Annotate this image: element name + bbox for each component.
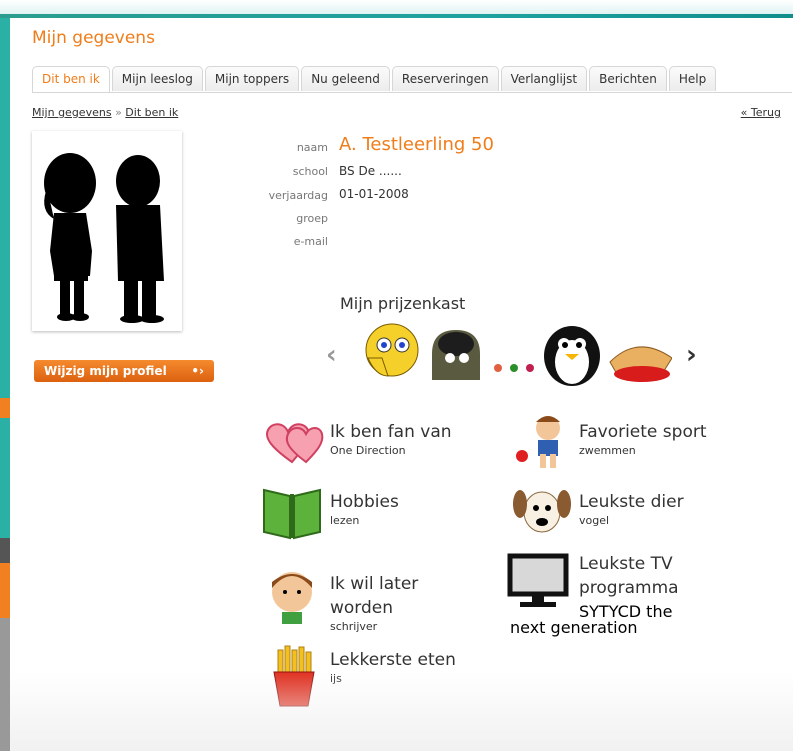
fav-animal-title: Leukste dier [579, 492, 684, 512]
tab-dit-ben-ik[interactable]: Dit ben ik [32, 66, 110, 92]
tab-reserveringen[interactable]: Reserveringen [391, 66, 499, 91]
group-label: groep [296, 212, 328, 225]
arrow-right-icon: •› [191, 364, 204, 378]
top-band [0, 0, 793, 14]
fav-career-title: Ik wil later worden [330, 574, 419, 618]
back-link[interactable]: « Terug [741, 106, 781, 119]
prize-items [365, 323, 672, 386]
fav-hobby: Hobbies lezen [330, 490, 399, 527]
fav-career-icon [262, 564, 322, 634]
edit-profile-label: Wijzig mijn profiel [44, 364, 167, 378]
avatar [32, 131, 182, 331]
cherry-pie-icon [609, 346, 672, 382]
penguin-icon [544, 326, 600, 386]
fav-hobby-icon [262, 482, 322, 544]
fav-career-value: schrijver [330, 620, 378, 633]
fav-sport-title: Favoriete sport [579, 422, 707, 442]
fav-food-title: Lekkerste eten [330, 650, 456, 670]
birthday-label: verjaardag [268, 189, 328, 202]
prize-cabinet-title: Mijn prijzenkast [340, 294, 466, 313]
fav-fan-icon [262, 418, 326, 470]
tab-bar: Dit ben ik Mijn leeslog Mijn toppers Nu … [32, 66, 792, 93]
breadcrumb-current-link[interactable]: Dit ben ik [125, 106, 178, 119]
tab-help[interactable]: Help [668, 66, 717, 91]
tab-nu-geleend[interactable]: Nu geleend [301, 66, 390, 91]
page-title: Mijn gegevens [32, 28, 155, 48]
fav-tv: Leukste TV programma [579, 552, 709, 600]
breadcrumb: Mijn gegevens » Dit ben ik [32, 106, 178, 119]
fav-animal-value: vogel [579, 514, 610, 527]
bottom-fade [10, 671, 793, 751]
prize-next-icon[interactable]: › [686, 340, 697, 370]
fav-sport-icon [512, 410, 572, 478]
name-label: naam [296, 141, 328, 154]
fav-career: Ik wil later worden schrijver [330, 572, 480, 633]
tab-mijn-leeslog[interactable]: Mijn leeslog [111, 66, 203, 91]
fav-hobby-title: Hobbies [330, 492, 399, 512]
kids-silhouette-icon [44, 153, 164, 323]
fav-tv-value: SYTYCD the next generation [510, 602, 673, 637]
profile-birthday: 01-01-2008 [339, 187, 409, 201]
fav-hobby-value: lezen [330, 514, 360, 527]
edit-profile-button[interactable]: Wijzig mijn profiel •› [34, 360, 214, 382]
tab-berichten[interactable]: Berichten [589, 66, 667, 91]
fav-fan: Ik ben fan van One Direction [330, 420, 452, 457]
fav-fan-title: Ik ben fan van [330, 422, 452, 442]
thinking-smiley-icon [365, 323, 419, 377]
breadcrumb-root-link[interactable]: Mijn gegevens [32, 106, 112, 119]
fav-animal-icon [512, 482, 572, 542]
fav-fan-value: One Direction [330, 444, 406, 457]
email-label: e-mail [293, 235, 328, 248]
school-label: school [292, 165, 328, 178]
fav-sport: Favoriete sport zwemmen [579, 420, 707, 457]
breadcrumb-separator: » [115, 106, 122, 119]
tab-mijn-toppers[interactable]: Mijn toppers [204, 66, 300, 91]
prize-prev-icon[interactable]: ‹ [326, 340, 337, 370]
ghost-icon [432, 330, 480, 380]
tab-verlanglijst[interactable]: Verlanglijst [500, 66, 588, 91]
fav-sport-value: zwemmen [579, 444, 636, 457]
left-decoration [0, 18, 10, 751]
profile-school: BS De ...... [339, 164, 402, 178]
content-panel: Mijn gegevens Dit ben ik Mijn leeslog Mi… [10, 18, 793, 751]
fav-animal: Leukste dier vogel [579, 490, 684, 527]
bugs-icon [494, 364, 534, 372]
fav-tv-title: Leukste TV programma [579, 554, 679, 598]
profile-name: A. Testleerling 50 [339, 134, 494, 155]
